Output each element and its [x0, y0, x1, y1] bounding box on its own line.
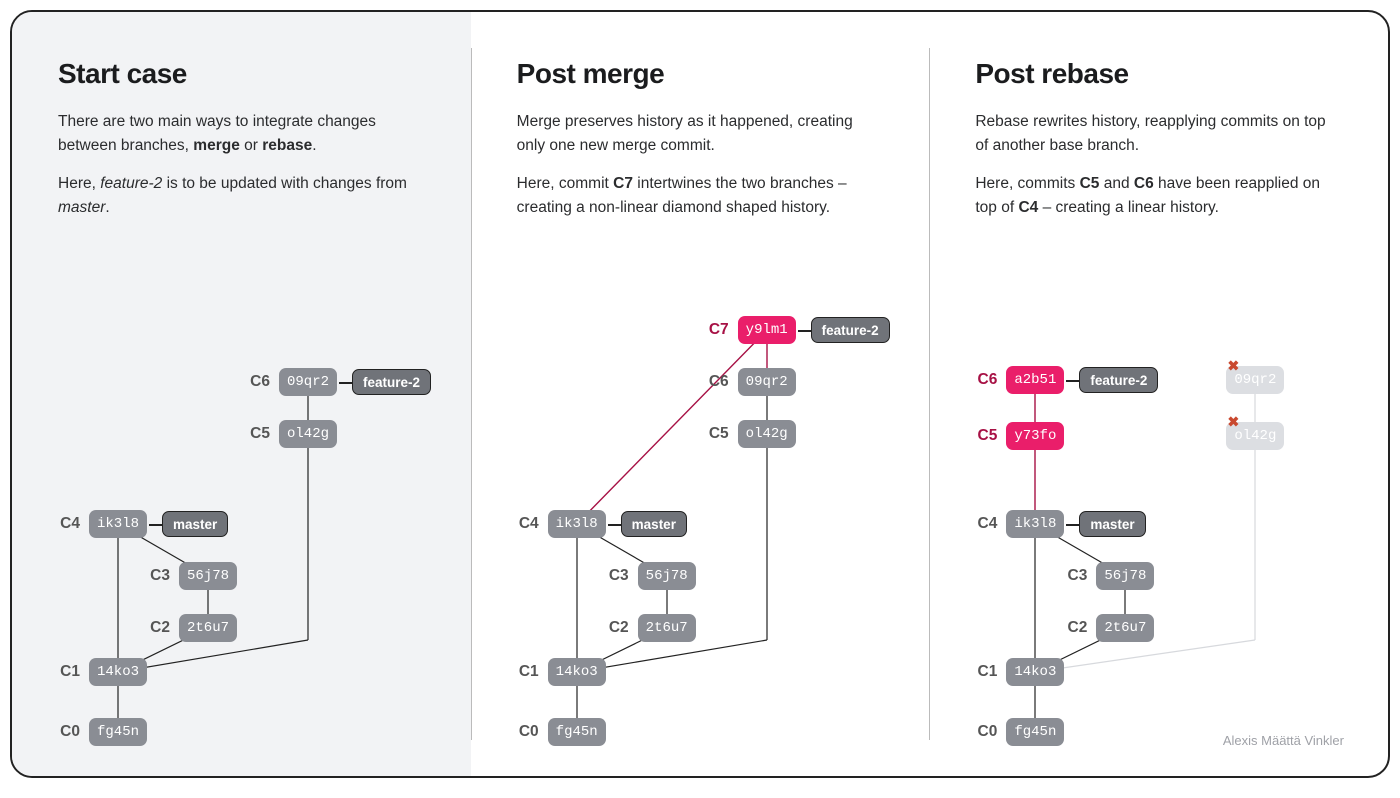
start-c4-hash: ik3l8: [89, 510, 147, 538]
cross-icon: ✖: [1227, 414, 1239, 431]
start-c2-label: C2: [150, 619, 180, 637]
merge-c2-label: C2: [609, 619, 639, 637]
rebase-c3-hash: 56j78: [1096, 562, 1154, 590]
start-c4-label: C4: [60, 515, 90, 533]
rebase-feature2-tag: feature-2: [1079, 367, 1158, 393]
start-c6-hash: 09qr2: [279, 368, 337, 396]
start-c1-label: C1: [60, 663, 90, 681]
rebase-graph: C0 fg45n C1 14ko3 C2 2t6u7 C3 56j78 C4 i…: [975, 292, 1352, 752]
merge-c0-hash: fg45n: [548, 718, 606, 746]
start-c0-hash: fg45n: [89, 718, 147, 746]
merge-c2-hash: 2t6u7: [638, 614, 696, 642]
rebase-c5-label: C5: [978, 427, 1008, 445]
cross-icon: ✖: [1227, 358, 1239, 375]
start-description: There are two main ways to integrate cha…: [58, 110, 425, 220]
merge-c5-label: C5: [709, 425, 739, 443]
diagram-frame: Start case There are two main ways to in…: [10, 10, 1390, 778]
rebase-c4-hash: ik3l8: [1006, 510, 1064, 538]
merge-c3-hash: 56j78: [638, 562, 696, 590]
start-c6-label: C6: [250, 373, 280, 391]
merge-graph: C0 fg45n C1 14ko3 C2 2t6u7 C3 56j78 C4 i…: [517, 292, 894, 752]
column-post-rebase: Post rebase Rebase rewrites history, rea…: [929, 12, 1388, 776]
start-c5-hash: ol42g: [279, 420, 337, 448]
merge-c7-hash: y9lm1: [738, 316, 796, 344]
rebase-c6-label: C6: [978, 371, 1008, 389]
merge-c4-hash: ik3l8: [548, 510, 606, 538]
merge-c5-hash: ol42g: [738, 420, 796, 448]
column-post-merge: Post merge Merge preserves history as it…: [471, 12, 930, 776]
rebase-p2: Here, commits C5 and C6 have been reappl…: [975, 172, 1342, 220]
start-title: Start case: [58, 58, 425, 90]
start-c0-label: C0: [60, 723, 90, 741]
rebase-c3-label: C3: [1068, 567, 1098, 585]
merge-c4-label: C4: [519, 515, 549, 533]
rebase-description: Rebase rewrites history, reapplying comm…: [975, 110, 1342, 220]
start-p2: Here, feature-2 is to be updated with ch…: [58, 172, 425, 220]
rebase-c4-label: C4: [978, 515, 1008, 533]
merge-c7-label: C7: [709, 321, 739, 339]
start-graph: C0 fg45n C1 14ko3 C2 2t6u7 C3 56j78 C4 i…: [58, 292, 435, 752]
merge-description: Merge preserves history as it happened, …: [517, 110, 884, 220]
merge-c6-hash: 09qr2: [738, 368, 796, 396]
rebase-c6-hash: a2b51: [1006, 366, 1064, 394]
merge-master-tag: master: [621, 511, 687, 537]
rebase-c2-hash: 2t6u7: [1096, 614, 1154, 642]
merge-c3-label: C3: [609, 567, 639, 585]
start-c3-label: C3: [150, 567, 180, 585]
start-feature2-tag: feature-2: [352, 369, 431, 395]
rebase-master-tag: master: [1079, 511, 1145, 537]
rebase-c1-label: C1: [978, 663, 1008, 681]
merge-c1-hash: 14ko3: [548, 658, 606, 686]
column-start-case: Start case There are two main ways to in…: [12, 12, 471, 776]
start-master-tag: master: [162, 511, 228, 537]
merge-c0-label: C0: [519, 723, 549, 741]
merge-title: Post merge: [517, 58, 884, 90]
merge-feature2-tag: feature-2: [811, 317, 890, 343]
rebase-title: Post rebase: [975, 58, 1342, 90]
rebase-c1-hash: 14ko3: [1006, 658, 1064, 686]
merge-p2: Here, commit C7 intertwines the two bran…: [517, 172, 884, 220]
start-c1-hash: 14ko3: [89, 658, 147, 686]
rebase-c2-label: C2: [1068, 619, 1098, 637]
rebase-p1: Rebase rewrites history, reapplying comm…: [975, 110, 1342, 158]
rebase-c5-hash: y73fo: [1006, 422, 1064, 450]
merge-c6-label: C6: [709, 373, 739, 391]
start-p1: There are two main ways to integrate cha…: [58, 110, 425, 158]
start-c3-hash: 56j78: [179, 562, 237, 590]
attribution: Alexis Määttä Vinkler: [1223, 733, 1344, 748]
start-c5-label: C5: [250, 425, 280, 443]
start-c2-hash: 2t6u7: [179, 614, 237, 642]
rebase-c0-hash: fg45n: [1006, 718, 1064, 746]
merge-c1-label: C1: [519, 663, 549, 681]
merge-p1: Merge preserves history as it happened, …: [517, 110, 884, 158]
rebase-c0-label: C0: [978, 723, 1008, 741]
